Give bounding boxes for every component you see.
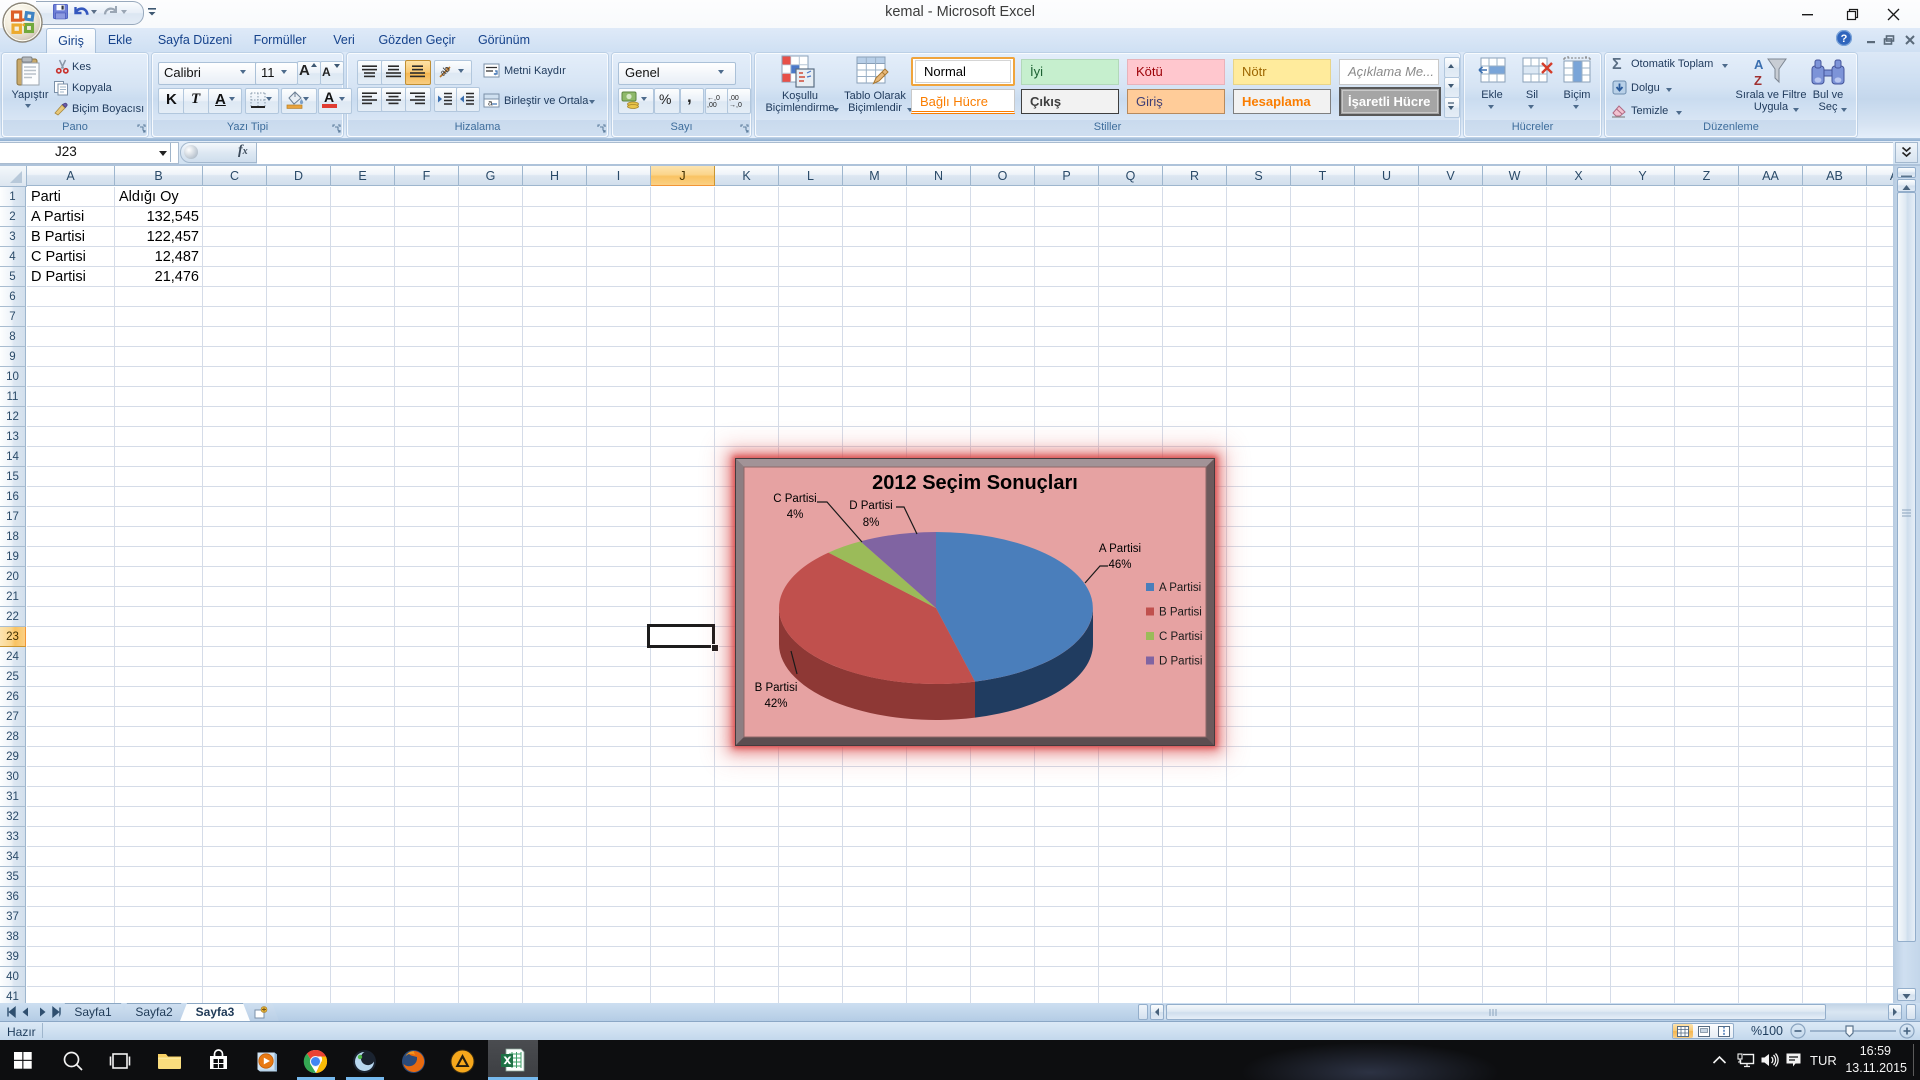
svg-text:D Partisi: D Partisi: [849, 500, 892, 512]
svg-text:8%: 8%: [863, 517, 880, 529]
svg-text:Z: Z: [1754, 73, 1762, 88]
svg-text:D Partisi: D Partisi: [1159, 656, 1202, 668]
svg-text:C Partisi: C Partisi: [773, 493, 816, 505]
svg-text:C Partisi: C Partisi: [1159, 631, 1202, 643]
svg-text:A Partisi: A Partisi: [1099, 543, 1141, 555]
svg-text:46%: 46%: [1108, 559, 1131, 571]
svg-text:A: A: [1754, 57, 1764, 72]
svg-text:,00: ,00: [729, 95, 739, 102]
svg-text:,00: ,00: [707, 102, 717, 108]
svg-text:B Partisi: B Partisi: [1159, 607, 1202, 619]
svg-text:A Partisi: A Partisi: [1159, 582, 1201, 594]
svg-text:→,0: →,0: [729, 102, 742, 108]
svg-text:4%: 4%: [787, 509, 804, 521]
svg-text:?: ?: [1841, 33, 1848, 45]
svg-text:2012 Seçim Sonuçları: 2012 Seçim Sonuçları: [872, 472, 1078, 494]
svg-text:B Partisi: B Partisi: [755, 682, 798, 694]
svg-text:←,0: ←,0: [707, 95, 720, 102]
svg-text:42%: 42%: [764, 698, 787, 710]
svg-text:a: a: [488, 99, 493, 108]
